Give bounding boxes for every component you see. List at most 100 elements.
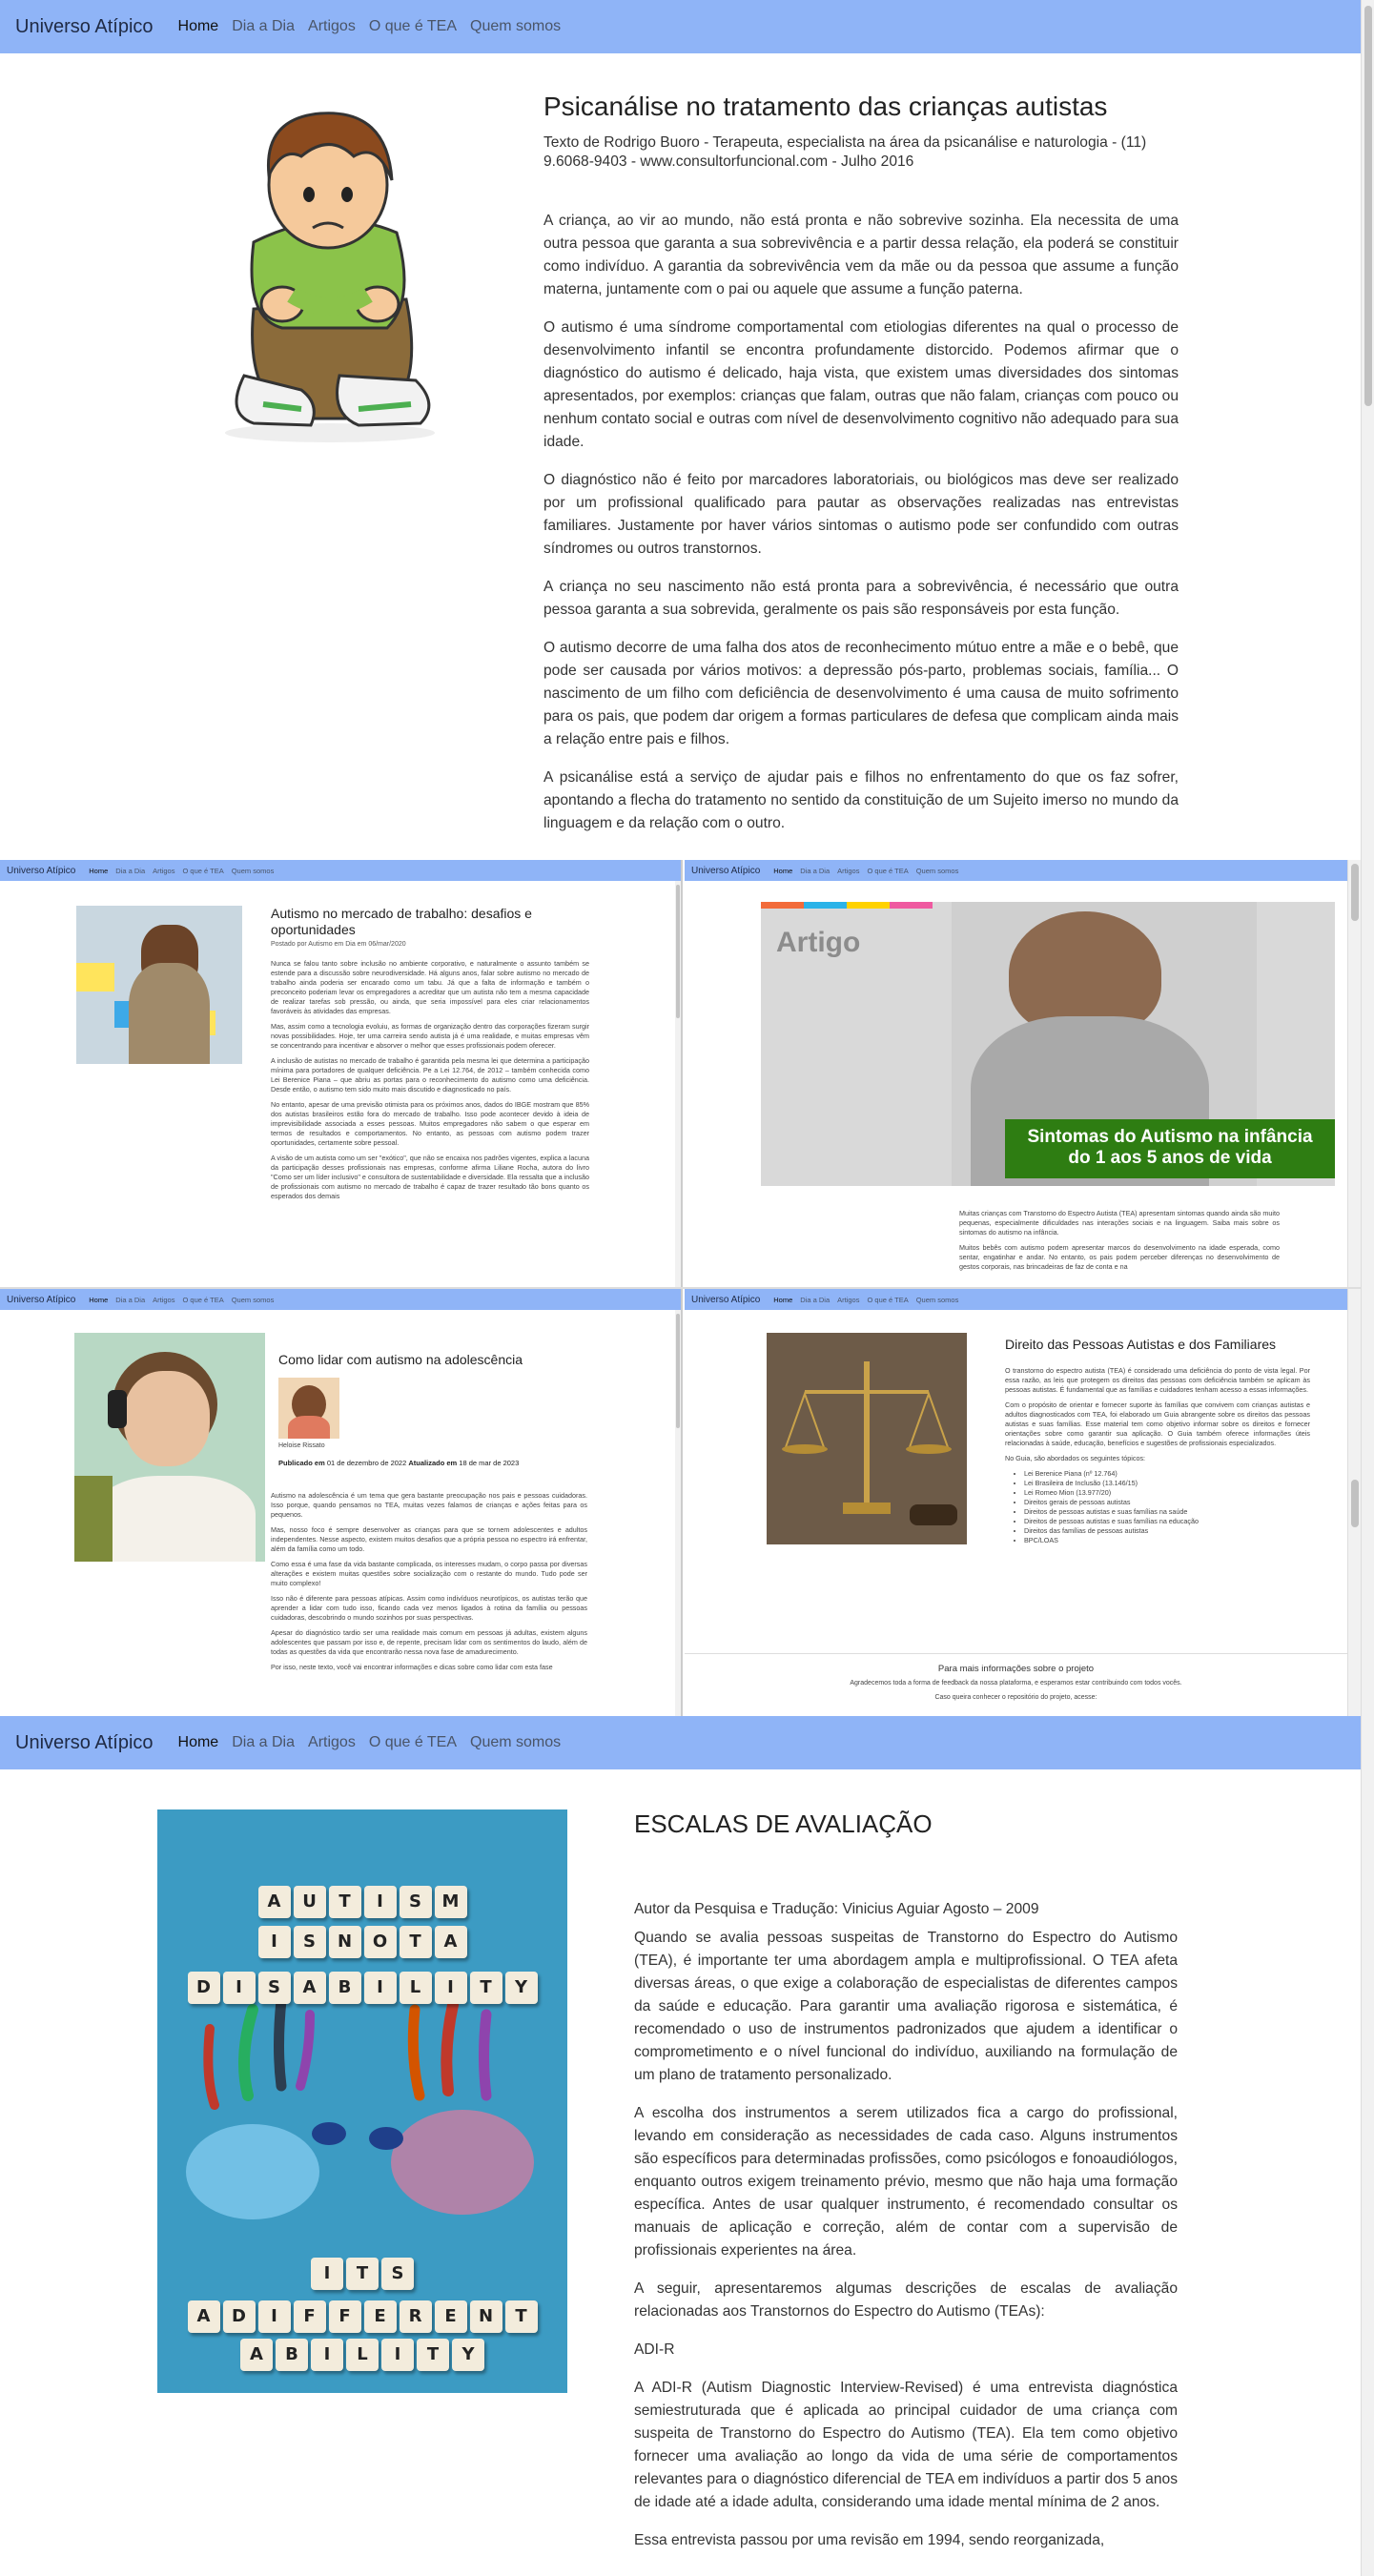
sad-child-illustration [187,90,448,452]
mini-paragraph: No entanto, apesar de uma previsão otimi… [271,1100,589,1147]
scrollbar[interactable] [675,1310,681,1716]
nav-o-que-e-tea[interactable]: O que é TEA [369,1734,457,1751]
nav-artigos[interactable]: Artigos [837,867,859,875]
mini-navbar: Universo Atípico Home Dia a Dia Artigos … [685,860,1361,881]
mini-paragraph: Muitas crianças com Transtorno do Espect… [959,1209,1280,1237]
article-paragraph: O autismo decorre de uma falha dos atos … [543,640,1179,747]
navbar-brand[interactable]: Universo Atípico [15,16,154,38]
letter-tile: I [311,2339,343,2371]
article-paragraph: A ADI-R (Autism Diagnostic Interview-Rev… [634,2380,1178,2510]
mini-navbar: Universo Atípico Home Dia a Dia Artigos … [685,1289,1361,1310]
letter-tile: I [363,1886,397,1918]
letter-tile: Y [504,1972,538,2004]
nav-dia-a-dia[interactable]: Dia a Dia [115,867,145,875]
autism-tiles-photo: AUTISMISNOTADISABILITYITSADIFFERENTABILI… [157,1809,567,2393]
nav-home[interactable]: Home [89,867,108,875]
nav-o-que-e-tea[interactable]: O que é TEA [867,867,908,875]
published-label: Publicado em [278,1459,325,1467]
letter-tile: N [328,1926,361,1958]
mini-paragraph: Apesar do diagnóstico tardio ser uma rea… [271,1628,587,1656]
nav-quem-somos[interactable]: Quem somos [232,1296,275,1304]
letter-tile: A [257,1886,291,1918]
list-item: Direitos de pessoas autistas e suas famí… [1024,1517,1310,1526]
post-meta: Postado por Autismo em Dia em 06/mar/202… [271,941,406,948]
nav-o-que-e-tea[interactable]: O que é TEA [369,18,457,35]
article-paragraph: Quando se avalia pessoas suspeitas de Tr… [634,1930,1178,2083]
nav-dia-a-dia[interactable]: Dia a Dia [115,1296,145,1304]
nav-artigos[interactable]: Artigos [308,18,356,35]
nav-quem-somos[interactable]: Quem somos [232,867,275,875]
preview-adolescencia[interactable]: Universo Atípico Home Dia a Dia Artigos … [0,1289,683,1716]
letter-tile: T [504,2300,538,2333]
letter-tile: I [222,1972,256,2004]
article-psicanalise: Psicanálise no tratamento das crianças a… [0,53,1361,860]
article-banner: Artigo Sintomas do Autismo na infância d… [761,902,1335,1186]
letter-tile: F [328,2300,361,2333]
banner-brand: Artigo [776,927,861,958]
mini-paragraph: Autismo na adolescência é um tema que ge… [271,1491,587,1519]
nav-artigos[interactable]: Artigos [153,1296,174,1304]
navbar-brand[interactable]: Universo Atípico [15,1732,154,1754]
navbar-brand[interactable]: Universo Atípico [7,1295,75,1305]
section-label: ADI-R [634,2341,675,2358]
article-paragraph: A criança, ao vir ao mundo, não está pro… [543,213,1179,297]
nav-quem-somos[interactable]: Quem somos [470,1734,561,1751]
navbar-brand[interactable]: Universo Atípico [691,1295,760,1305]
scrollbar[interactable] [675,881,681,1287]
nav-home[interactable]: Home [773,867,792,875]
woman-photo [76,906,242,1064]
topics-list: Lei Berenice Piana (nº 12.764) Lei Brasi… [1024,1469,1310,1545]
mini-title: Como lidar com autismo na adolescência [278,1352,523,1367]
list-item: Direitos das famílias de pessoas autista… [1024,1526,1310,1536]
mini-paragraph: Como essa é uma fase da vida bastante co… [271,1560,587,1587]
preview-direito[interactable]: Universo Atípico Home Dia a Dia Artigos … [685,1289,1361,1716]
nav-o-que-e-tea[interactable]: O que é TEA [867,1296,908,1304]
nav-home[interactable]: Home [178,18,219,35]
nav-artigos[interactable]: Artigos [153,867,174,875]
footer-line: Agradecemos toda a forma de feedback da … [850,1680,1182,1687]
mini-navbar: Universo Atípico Home Dia a Dia Artigos … [0,860,681,881]
nav-quem-somos[interactable]: Quem somos [916,867,959,875]
nav-artigos[interactable]: Artigos [308,1734,356,1751]
banner-headline: Sintomas do Autismo na infância do 1 aos… [1005,1119,1335,1178]
page-scrollbar[interactable] [1361,0,1374,2576]
mini-paragraph: Mas, assim como a tecnologia evoluiu, as… [271,1022,589,1050]
navbar-brand[interactable]: Universo Atípico [691,866,760,876]
letter-tile: L [399,1972,432,2004]
list-item: Direitos gerais de pessoas autistas [1024,1498,1310,1507]
letter-tile: A [434,1926,467,1958]
list-item: Lei Berenice Piana (nº 12.764) [1024,1469,1310,1479]
article-paragraph: A criança no seu nascimento não está pro… [543,579,1179,618]
preview-sintomas[interactable]: Universo Atípico Home Dia a Dia Artigos … [685,860,1361,1287]
letter-tile: I [434,1972,467,2004]
nav-quem-somos[interactable]: Quem somos [470,18,561,35]
nav-o-que-e-tea[interactable]: O que é TEA [182,867,223,875]
letter-tile: D [187,1972,220,2004]
mini-paragraph: Isso não é diferente para pessoas atípic… [271,1594,587,1622]
nav-home[interactable]: Home [178,1734,219,1751]
nav-dia-a-dia[interactable]: Dia a Dia [800,1296,830,1304]
article-paragraph: A escolha dos instrumentos a serem utili… [634,2105,1178,2259]
nav-dia-a-dia[interactable]: Dia a Dia [232,1734,295,1751]
footer-title: Para mais informações sobre o projeto [937,1664,1095,1674]
navbar-brand[interactable]: Universo Atípico [7,866,75,876]
nav-artigos[interactable]: Artigos [837,1296,859,1304]
article-paragraph: Essa entrevista passou por uma revisão e… [634,2532,1105,2548]
nav-dia-a-dia[interactable]: Dia a Dia [800,867,830,875]
letter-tile: S [293,1926,326,1958]
preview-autismo-mercado[interactable]: Universo Atípico Home Dia a Dia Artigos … [0,860,683,1287]
page-scrollbar[interactable] [1347,1289,1361,1716]
article-subtitle: Texto de Rodrigo Buoro - Terapeuta, espe… [543,134,1147,170]
nav-dia-a-dia[interactable]: Dia a Dia [232,18,295,35]
letter-tile: L [346,2339,379,2371]
list-item: Lei Romeo Mion (13.977/20) [1024,1488,1310,1498]
page-scrollbar[interactable] [1347,860,1361,1287]
letter-tile: T [328,1886,361,1918]
mini-paragraph: Por isso, neste texto, você vai encontra… [271,1663,553,1671]
article-paragraph: A seguir, apresentaremos algumas descriç… [634,2280,1178,2320]
nav-o-que-e-tea[interactable]: O que é TEA [182,1296,223,1304]
letter-tile: R [399,2300,432,2333]
nav-home[interactable]: Home [773,1296,792,1304]
nav-home[interactable]: Home [89,1296,108,1304]
nav-quem-somos[interactable]: Quem somos [916,1296,959,1304]
